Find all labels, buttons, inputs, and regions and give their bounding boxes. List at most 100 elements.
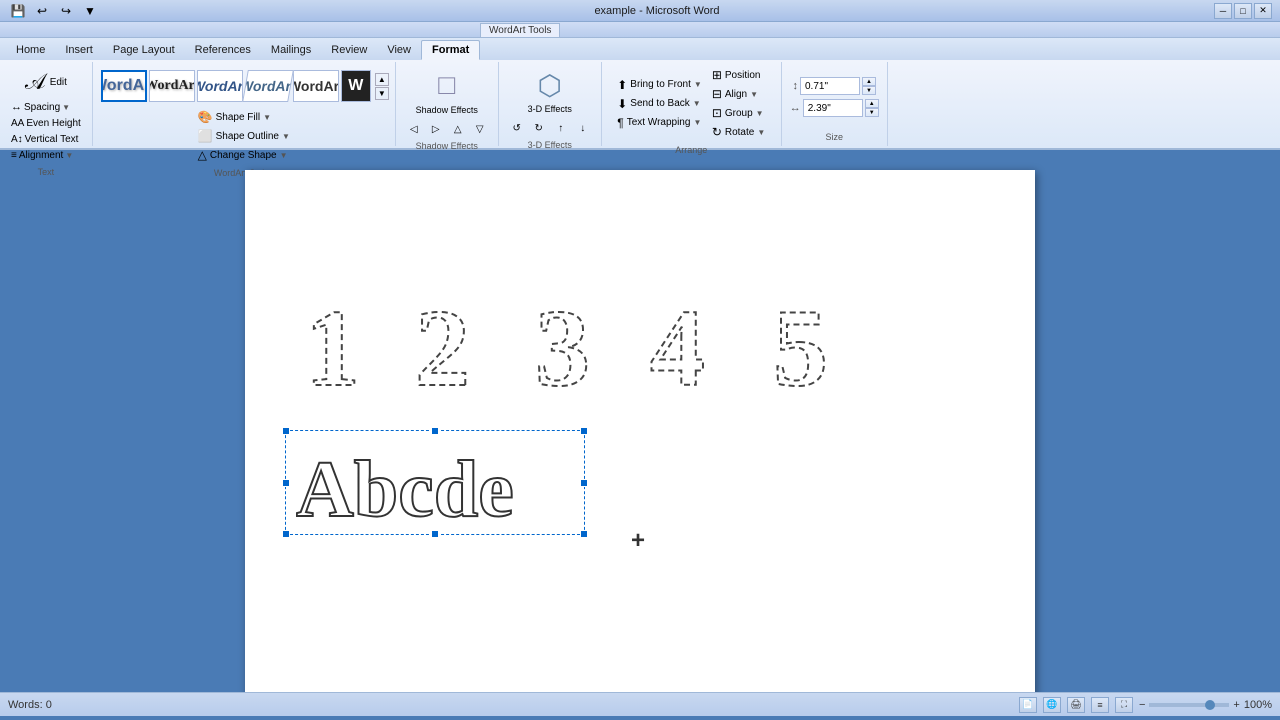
- threed-tilt-up[interactable]: ↑: [551, 121, 571, 136]
- rotate-arrow: ▼: [757, 128, 765, 137]
- width-spin-down[interactable]: ▼: [865, 108, 879, 117]
- handle-middle-left[interactable]: [282, 479, 290, 487]
- edit-text-button[interactable]: 𝒜 Edit: [8, 66, 84, 98]
- zoom-out-icon[interactable]: −: [1139, 699, 1145, 711]
- wordart-textbox[interactable]: Abcde: [285, 430, 585, 535]
- rotate-icon: ↻: [712, 125, 722, 139]
- shape-outline-icon: ⬜: [198, 129, 213, 143]
- spacing-button[interactable]: ↔ Spacing ▼: [8, 99, 73, 115]
- height-input[interactable]: [800, 77, 860, 95]
- shape-outline-label: Shape Outline: [216, 131, 279, 142]
- tab-insert[interactable]: Insert: [55, 40, 103, 60]
- view-normal-button[interactable]: 📄: [1019, 697, 1037, 713]
- tab-home[interactable]: Home: [6, 40, 55, 60]
- tab-references[interactable]: References: [185, 40, 261, 60]
- text-wrapping-button[interactable]: ¶ Text Wrapping ▼: [613, 114, 706, 132]
- vertical-text-button[interactable]: A↕ Vertical Text: [8, 132, 81, 147]
- change-shape-icon: △: [198, 148, 207, 162]
- zoom-slider[interactable]: [1149, 703, 1229, 707]
- shadow-small-buttons: ◁ ▷ △ ▽: [404, 122, 490, 137]
- threed-group-label: 3-D Effects: [503, 138, 597, 152]
- close-button[interactable]: ✕: [1254, 3, 1272, 19]
- height-spin-up[interactable]: ▲: [862, 77, 876, 86]
- view-print-button[interactable]: 🖨: [1067, 697, 1085, 713]
- handle-top-right[interactable]: [580, 427, 588, 435]
- text-wrapping-icon: ¶: [617, 116, 623, 130]
- number-3: 3: [525, 270, 635, 400]
- restore-button[interactable]: □: [1234, 3, 1252, 19]
- wordart-style-5[interactable]: WordArt: [293, 70, 339, 102]
- handle-top-middle[interactable]: [431, 427, 439, 435]
- gallery-scroll[interactable]: ▲ ▼: [375, 73, 389, 100]
- even-height-icon: AA: [11, 118, 24, 129]
- width-input[interactable]: [803, 99, 863, 117]
- shape-fill-button[interactable]: 🎨 Shape Fill ▼: [194, 108, 294, 126]
- shadow-nudge-right[interactable]: ▷: [426, 122, 446, 137]
- alignment-button[interactable]: ≡ Alignment ▼: [8, 148, 76, 163]
- rotate-label: Rotate: [725, 127, 754, 138]
- view-fullscreen-button[interactable]: ⛶: [1115, 697, 1133, 713]
- svg-text:4: 4: [650, 287, 705, 400]
- bring-to-front-arrow: ▼: [694, 80, 702, 89]
- handle-bottom-middle[interactable]: [431, 530, 439, 538]
- position-button[interactable]: ⊞ Position: [708, 66, 769, 84]
- shadow-effects-button[interactable]: □ Shadow Effects: [411, 66, 483, 118]
- wordart-style-4[interactable]: WordArt: [242, 70, 294, 102]
- bring-to-front-button[interactable]: ⬆ Bring to Front ▼: [613, 76, 706, 94]
- text-wrapping-arrow: ▼: [693, 118, 701, 127]
- handle-middle-right[interactable]: [580, 479, 588, 487]
- send-to-back-button[interactable]: ⬇ Send to Back ▼: [613, 95, 706, 113]
- width-input-row: ↔ ▲ ▼: [790, 99, 879, 117]
- shadow-nudge-left[interactable]: ◁: [404, 122, 424, 137]
- arrange-group-content: ⬆ Bring to Front ▼ ⬇ Send to Back ▼ ¶ Te…: [609, 64, 773, 143]
- edit-text-icon: 𝒜: [25, 69, 46, 95]
- customize-icon[interactable]: ▼: [80, 2, 100, 20]
- align-label: Align: [725, 89, 747, 100]
- threed-tilt-down[interactable]: ↓: [573, 121, 593, 136]
- position-icon: ⊞: [712, 68, 722, 82]
- wordart-style-2[interactable]: WordArt: [149, 70, 195, 102]
- send-to-back-arrow: ▼: [693, 99, 701, 108]
- height-spin-down[interactable]: ▼: [862, 86, 876, 95]
- handle-bottom-right[interactable]: [580, 530, 588, 538]
- tab-view[interactable]: View: [377, 40, 421, 60]
- svg-text:Abcde: Abcde: [296, 446, 514, 526]
- edit-text-label: Edit: [50, 77, 67, 88]
- view-web-button[interactable]: 🌐: [1043, 697, 1061, 713]
- wordart-style-6[interactable]: W: [341, 70, 371, 102]
- title-bar: 💾 ↩ ↪ ▼ example - Microsoft Word ─ □ ✕: [0, 0, 1280, 22]
- threed-tilt-right[interactable]: ↻: [529, 121, 549, 136]
- shadow-nudge-up[interactable]: △: [448, 122, 468, 137]
- wordart-style-3[interactable]: WordArt: [197, 70, 243, 102]
- svg-text:3: 3: [535, 287, 590, 400]
- height-icon: ↕: [793, 80, 799, 92]
- minimize-button[interactable]: ─: [1214, 3, 1232, 19]
- tab-page-layout[interactable]: Page Layout: [103, 40, 185, 60]
- threed-tilt-left[interactable]: ↺: [507, 121, 527, 136]
- save-icon[interactable]: 💾: [8, 2, 28, 20]
- number-2: 2: [405, 270, 515, 400]
- tab-review[interactable]: Review: [321, 40, 377, 60]
- wordart-gallery: WordArt WordArt WordArt WordArt WordArt: [99, 66, 373, 106]
- handle-top-left[interactable]: [282, 427, 290, 435]
- undo-icon[interactable]: ↩: [32, 2, 52, 20]
- shape-outline-button[interactable]: ⬜ Shape Outline ▼: [194, 127, 294, 145]
- ribbon: 𝒜 Edit ↔ Spacing ▼ AA Even Height A↕ Ver…: [0, 60, 1280, 150]
- wordart-style-1[interactable]: WordArt: [101, 70, 147, 102]
- align-button[interactable]: ⊟ Align ▼: [708, 85, 769, 103]
- zoom-in-icon[interactable]: +: [1233, 699, 1239, 711]
- redo-icon[interactable]: ↪: [56, 2, 76, 20]
- tab-format[interactable]: Format: [421, 40, 480, 60]
- threed-effects-button[interactable]: ⬡ 3-D Effects: [523, 66, 577, 117]
- view-outline-button[interactable]: ≡: [1091, 697, 1109, 713]
- tab-mailings[interactable]: Mailings: [261, 40, 321, 60]
- group-button[interactable]: ⊡ Group ▼: [708, 104, 769, 122]
- change-shape-button[interactable]: △ Change Shape ▼: [194, 146, 294, 164]
- vertical-text-label: Vertical Text: [25, 134, 79, 145]
- shadow-nudge-down[interactable]: ▽: [470, 122, 490, 137]
- even-height-button[interactable]: AA Even Height: [8, 116, 84, 131]
- alignment-dropdown-arrow: ▼: [65, 151, 73, 160]
- width-spin-up[interactable]: ▲: [865, 99, 879, 108]
- rotate-button[interactable]: ↻ Rotate ▼: [708, 123, 769, 141]
- handle-bottom-left[interactable]: [282, 530, 290, 538]
